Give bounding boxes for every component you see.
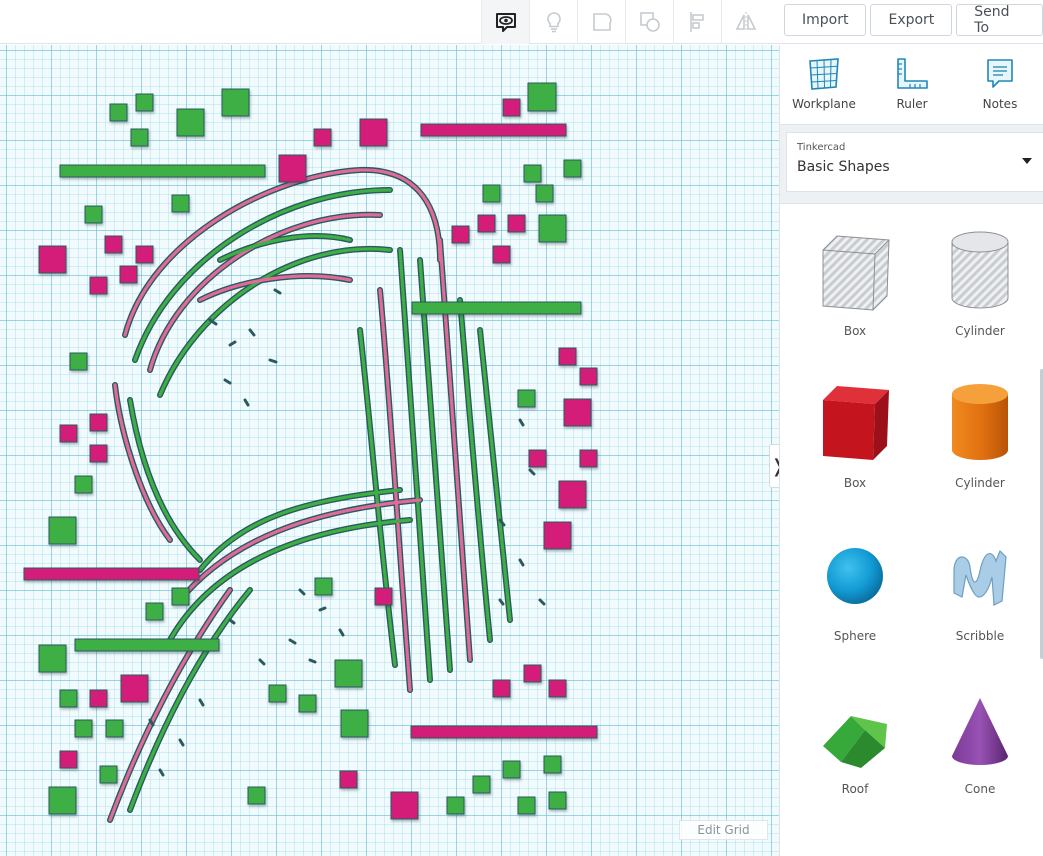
- workplane-canvas[interactable]: Edit Grid: [0, 45, 779, 856]
- view-tools: [481, 0, 769, 44]
- roof-icon: [823, 716, 887, 768]
- edit-grid-button[interactable]: Edit Grid: [679, 820, 768, 840]
- mirror-button[interactable]: [721, 0, 769, 44]
- shape-label: Cylinder: [955, 476, 1005, 490]
- send-to-button[interactable]: Send To: [956, 4, 1043, 36]
- ungroup-icon: [639, 12, 660, 32]
- align-icon: [689, 12, 704, 32]
- group-button[interactable]: [577, 0, 625, 44]
- shape-sphere[interactable]: Sphere: [800, 531, 910, 671]
- cone-icon: [952, 698, 1008, 765]
- shape-cylinder-hole[interactable]: Cylinder: [925, 226, 1035, 366]
- notes-label: Notes: [982, 97, 1018, 111]
- shape-scribble[interactable]: Scribble: [925, 531, 1035, 671]
- shapes-panel: Workplane Ruler Notes Tinkercad Basic Sh…: [779, 45, 1043, 856]
- lightbulb-icon: [546, 12, 561, 33]
- ruler-icon: [897, 58, 928, 89]
- align-button[interactable]: [673, 0, 721, 44]
- sphere-icon: [827, 548, 883, 604]
- shape-cone[interactable]: Cone: [925, 684, 1035, 824]
- notes-button[interactable]: Notes: [956, 45, 1043, 125]
- design-scene[interactable]: [0, 45, 779, 856]
- shape-label: Roof: [841, 782, 869, 796]
- shape-library-select[interactable]: Tinkercad Basic Shapes: [786, 132, 1043, 192]
- file-actions: Import Export Send To: [784, 4, 1043, 36]
- mirror-icon: [735, 12, 756, 32]
- green-cube-shapes[interactable]: [38, 82, 582, 815]
- shape-label: Scribble: [955, 629, 1005, 643]
- shape-roof[interactable]: Roof: [800, 684, 910, 824]
- cylinder-orange-icon: [952, 384, 1008, 460]
- scribble-icon: [953, 549, 1007, 606]
- shape-box[interactable]: Box: [800, 378, 910, 518]
- shape-grid: Box Cylinder Box Cylinder Sphere Scribbl…: [780, 203, 1043, 856]
- library-source: Tinkercad: [797, 142, 846, 153]
- shape-label: Cylinder: [955, 324, 1005, 338]
- lightbulb-button[interactable]: [529, 0, 577, 44]
- import-button[interactable]: Import: [784, 4, 867, 36]
- pink-cube-shapes[interactable]: [38, 98, 598, 820]
- shape-label: Sphere: [833, 629, 877, 643]
- box-hole-icon: [822, 235, 890, 311]
- notes-icon: [987, 59, 1013, 88]
- scribble-curves[interactable]: [107, 166, 546, 823]
- caret-down-icon: [1022, 158, 1032, 164]
- ruler-button[interactable]: Ruler: [868, 45, 956, 125]
- ungroup-button[interactable]: [625, 0, 673, 44]
- shape-label: Box: [843, 476, 867, 490]
- workplane-icon: [809, 58, 839, 90]
- library-name: Basic Shapes: [797, 159, 890, 175]
- top-toolbar: Import Export Send To: [0, 0, 1043, 44]
- workplane-tools: Workplane Ruler Notes: [780, 45, 1043, 125]
- shape-cylinder[interactable]: Cylinder: [925, 378, 1035, 518]
- shape-label: Box: [843, 324, 867, 338]
- workplane-label: Workplane: [792, 97, 856, 111]
- cylinder-hole-icon: [951, 231, 1009, 309]
- shape-label: Cone: [964, 782, 996, 796]
- workplane-button[interactable]: Workplane: [780, 45, 868, 125]
- ruler-label: Ruler: [896, 97, 928, 111]
- export-button[interactable]: Export: [870, 4, 953, 36]
- shape-box-hole[interactable]: Box: [800, 226, 910, 366]
- group-icon: [592, 13, 612, 31]
- show-all-icon: [495, 13, 516, 32]
- box-red-icon: [823, 386, 889, 460]
- show-all-button[interactable]: [481, 0, 529, 44]
